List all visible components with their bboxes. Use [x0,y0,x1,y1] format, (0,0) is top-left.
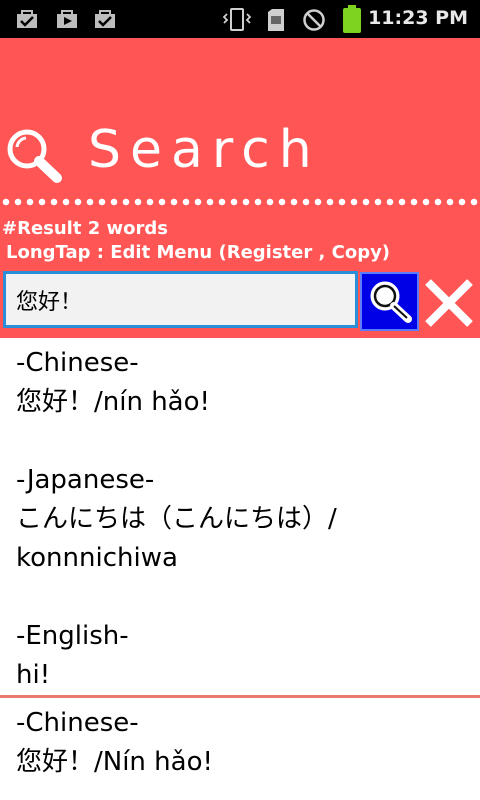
vibrate-icon [222,8,252,31]
clear-button[interactable] [422,276,476,330]
longtap-hint: LongTap : Edit Menu (Register , Copy) [6,242,391,263]
dotted-divider [0,198,480,206]
english-label: -English- [16,621,129,651]
page-title: Search [88,120,321,180]
no-signal-icon [303,9,325,31]
search-logo-icon [7,129,62,183]
battery-icon [343,5,361,33]
header: Search #Result 2 words LongTap : Edit Me… [0,38,480,338]
result-count: #Result 2 words [2,218,168,239]
search-button[interactable] [360,272,419,331]
japanese-reading: konnnichiwa [16,543,178,573]
chinese-text: 您好！/nín hǎo! [16,387,210,417]
chinese-text: 您好！/Nín hǎo! [16,747,213,777]
bag-check-icon [95,10,115,28]
sd-card-icon [268,9,284,31]
results-list[interactable]: -Chinese- 您好！/nín hǎo! -Japanese- こんにちは（… [0,338,480,800]
clock: 11:23 PM [368,7,468,29]
close-icon [425,279,473,327]
bag-check-icon [17,10,37,28]
japanese-label: -Japanese- [16,465,155,495]
search-icon [370,281,412,323]
search-input[interactable] [3,271,358,328]
chinese-label: -Chinese- [16,348,139,378]
japanese-text: こんにちは（こんにちは）/ [16,504,337,534]
result-item[interactable]: -Chinese- 您好！/nín hǎo! -Japanese- こんにちは（… [0,338,480,695]
chinese-label: -Chinese- [16,708,139,738]
play-store-icon [57,10,77,28]
status-bar: 11:23 PM [0,0,480,38]
english-text: hi! [16,660,51,690]
result-item[interactable]: -Chinese- 您好！/Nín hǎo! [0,698,480,782]
